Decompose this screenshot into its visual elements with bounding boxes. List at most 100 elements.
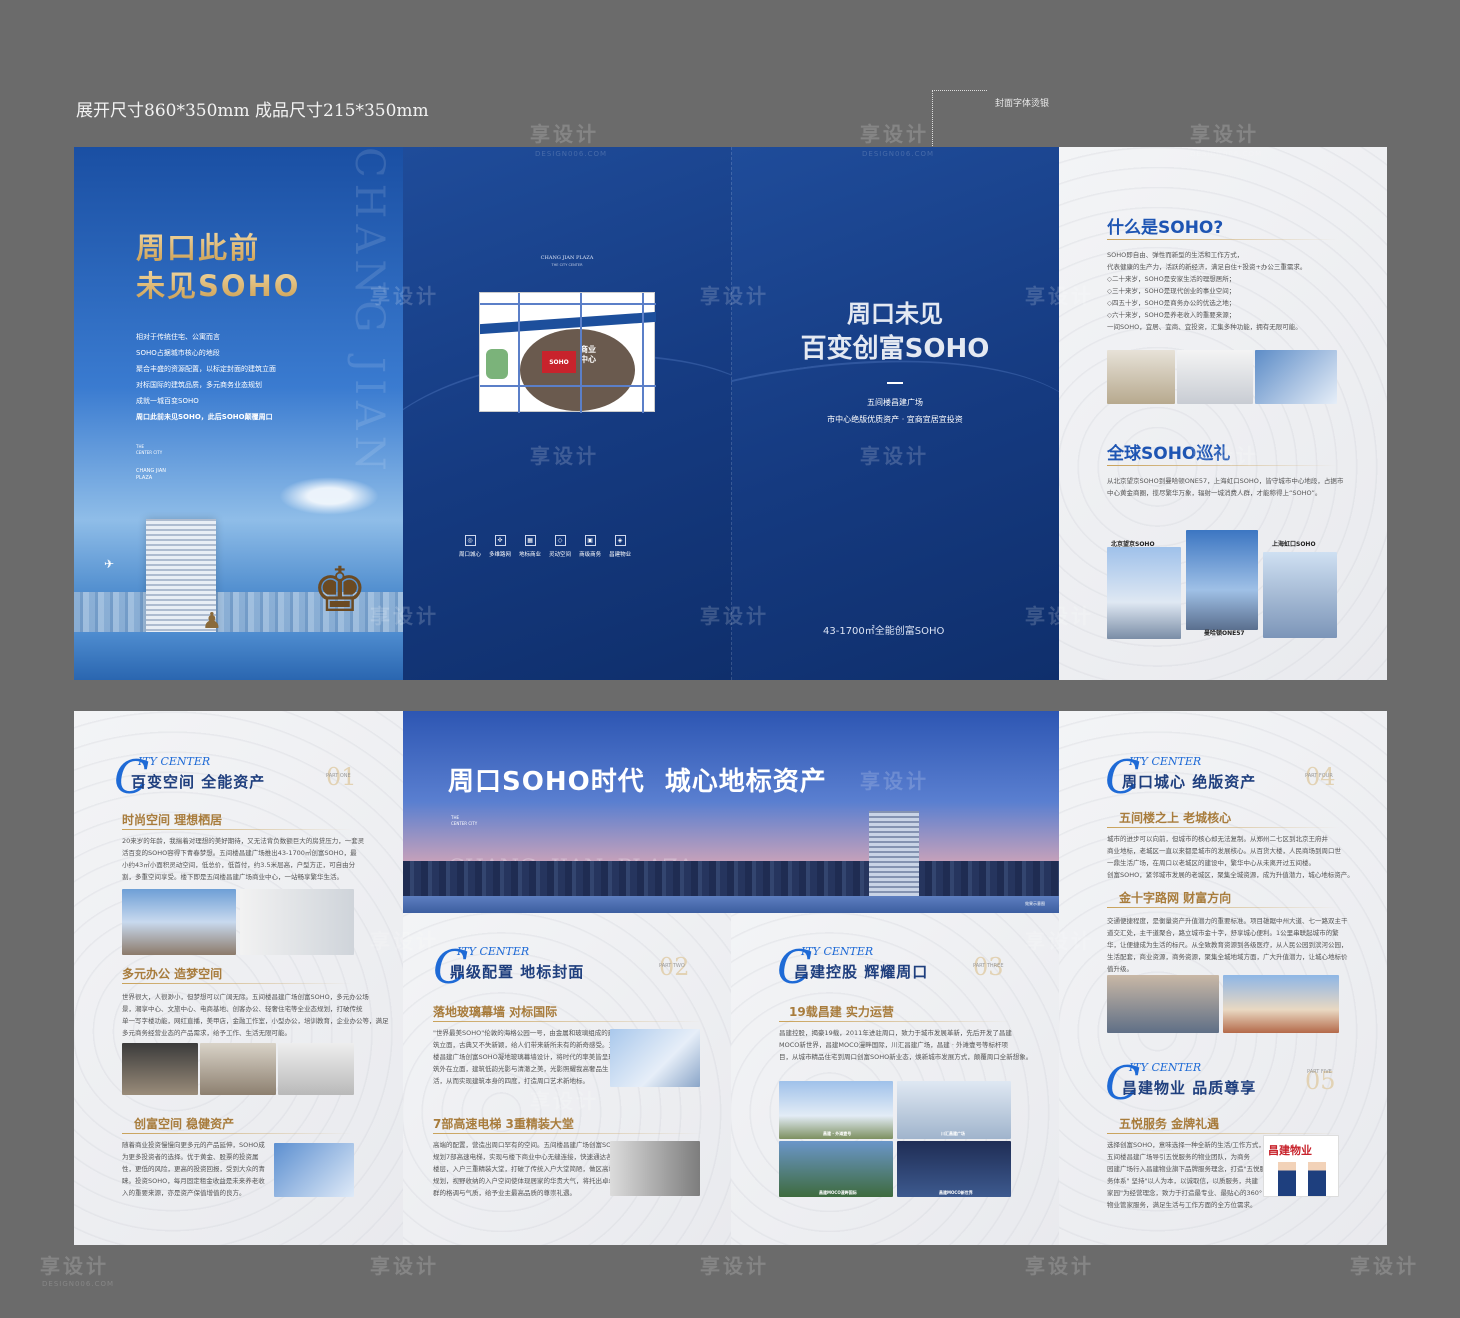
map-road-v2 (580, 293, 582, 413)
staff-figure (1278, 1162, 1296, 1196)
photo-caption: 昌建 · 外滩壹号 (823, 1131, 852, 1136)
space-icon: ◇ (554, 535, 566, 546)
watermark: 享设计 (1350, 1254, 1419, 1278)
map-brand: CHANG JIAN PLAZA (540, 255, 594, 261)
feature-icon-item: ✜ 多维路网 (489, 535, 511, 558)
feature-icon-item: ◎ 周口城心 (459, 535, 481, 558)
body-line: 务体系" 坚持"以人为本，以诚取信，以质服务，共建 (1107, 1177, 1259, 1185)
map-road-h1 (480, 303, 656, 305)
center-title-line1: 周口未见 (847, 300, 943, 328)
body-line: 楼层，入户三重精装大堂，打破了传统入户大堂简陋，做区高端 (433, 1165, 615, 1173)
map-brand-sub: THE CITY CENTER (551, 263, 583, 267)
sub-heading: 多元办公 造梦空间 (122, 967, 223, 981)
body-line: ◇六十来岁，SOHO是养老收入的重要来源； (1107, 311, 1236, 319)
body-line: 筑外在立面，建筑低韵光影与清澈之美，光影照耀我高奢品生 (433, 1065, 609, 1073)
mall-photo (122, 889, 236, 955)
body-block: 选择创富SOHO，意味选择一种全新的生活/工作方式， 五间楼昌建广场导引五悦服务… (1107, 1139, 1266, 1211)
photo-caption: 上海虹口SOHO (1272, 541, 1316, 548)
body-block: 昌建控股，揭豪19载，2011年进驻周口，致力于城市发展革新，先后开发了昌建 M… (779, 1027, 1032, 1063)
city-center-wordmark: ITY CENTER (138, 755, 211, 768)
location-map: 商业 中心 SOHO (479, 292, 656, 413)
body-line: 商业地标，老城区一直以来都是城市的发展核心。从百货大楼，人民商场到周口世 (1107, 847, 1341, 855)
part-one-panel: C ITY CENTER 百变空间 全能资产 01 PART ONE 时尚空间 … (74, 711, 403, 1245)
chess-king-icon: ♚ (312, 553, 368, 626)
body-line: 家园"为经营理念，致力于打造最专业、最贴心的360° (1107, 1189, 1263, 1197)
cover-title: 周口此前 未见SOHO (136, 229, 300, 305)
city-center-heading: C ITY CENTER 昌建物业 品质尊享 (1105, 1059, 1285, 1106)
body-line: 代表健康的生产力，活跃的新经济，满足自住+投资+办公三重需求。 (1107, 263, 1307, 271)
body-line: "世界最美SOHO"伦敦的海格公园一号，由金属和玻璃组成的建 (433, 1029, 615, 1037)
property-staff-photo: 昌建物业 (1263, 1135, 1339, 1197)
chess-pawn-icon: ♟ (202, 609, 222, 634)
corridor-photo (240, 889, 354, 955)
cloud (279, 477, 379, 515)
body-line: 楼昌建广场创富SOHO凝地玻璃幕墙设计，将时代的率美皆呈现建 (433, 1053, 622, 1061)
feature-icon-label: 灵动空间 (549, 552, 572, 558)
part-three-panel: C ITY CENTER 昌建控股 辉耀周口 03 PART THREE 19载… (731, 913, 1059, 1245)
dimension-label: 展开尺寸860*350mm 成品尺寸215*350mm (76, 101, 429, 121)
body-line: ◇四五十岁，SOHO是商务办公的优选之地； (1107, 299, 1236, 307)
part-label: PART FIVE (1307, 1069, 1332, 1075)
staff-figure (1308, 1162, 1326, 1196)
foil-note: 封面字体烫银 (995, 99, 1050, 109)
banner-panel: 周口SOHO时代 城心地标资产 THE CENTER CITY CHANG JI… (403, 711, 1059, 913)
cover-body-line: SOHO占据城市核心的地段 (136, 349, 220, 357)
photo-caption: 川汇昌建广场 (941, 1131, 965, 1136)
body-block: 交通便捷程度，是衡量资产升值潜力的重要标准。项目雄踞中州大道、七一路双主干 道交… (1107, 915, 1348, 975)
body-line: 园建广场行入昌建物业旗下品牌服务理念，打造"五悦服 (1107, 1165, 1266, 1173)
watermark: 享设计 (370, 929, 439, 953)
tour-body: 从北京望京SOHO到曼哈顿ONE57，上海虹口SOHO，皆守城市中心地段，占据市… (1107, 475, 1343, 499)
body-line: 小约43㎡小面积灵动空间，低总价，低首付，约3.5米层高，户型方正，可自由分 (122, 861, 356, 869)
cover-body-line: 对标国际的建筑品质，多元商务业态规划 (136, 381, 262, 389)
photo-caption: 北京望京SOHO (1111, 541, 1155, 548)
center-sub1: 五间楼昌建广场 (867, 398, 923, 407)
watermark: 享设计 (530, 1089, 599, 1113)
title-rule (1107, 239, 1337, 240)
plaza-photo (1223, 975, 1339, 1033)
living-room-photo (1107, 350, 1175, 404)
pin-icon: ◎ (464, 535, 476, 546)
sub-heading: 创富空间 稳健资产 (134, 1117, 235, 1131)
title-rule (122, 1133, 352, 1134)
beijing-soho-photo (1107, 547, 1181, 639)
desk-photo-1 (122, 1043, 198, 1095)
watermark: 享设计 (700, 604, 769, 628)
office-photo (1177, 350, 1253, 404)
feature-icon-label: 地标商业 (519, 552, 542, 558)
cover-body-line: 成就一城百变SOHO (136, 397, 199, 405)
banner-water (403, 896, 1059, 913)
body-line: 割，多重空间享受。楼下即是五间楼昌建广场商业中心，一站畅享繁华生活。 (122, 873, 343, 881)
body-line: 目，从城市精品住宅到周口创富SOHO新业态，焕新城市发展方式，颠覆周口全新想象。 (779, 1053, 1033, 1061)
body-line: ◇二十来岁，SOHO是安家生活的理想居所； (1107, 275, 1236, 283)
body-line: 从北京望京SOHO到曼哈顿ONE57，上海虹口SOHO，皆守城市中心地段，占据市 (1107, 477, 1344, 485)
watermark: 享设计 (700, 284, 769, 308)
feature-icon-label: 多维路网 (489, 552, 512, 558)
city-center-wordmark: ITY CENTER (1129, 1061, 1202, 1074)
map-center-label: 商业 中心 (580, 345, 596, 364)
part-label: PART TWO (659, 963, 685, 969)
watermark-sub: DESIGN006.COM (862, 150, 935, 158)
body-line: 睐。投资SOHO，每月固定租金收益是未来养老收 (122, 1177, 265, 1185)
body-line: 华，让便捷成为生活的标尺。从全致教育资源到各级医疗，从人民公园到滨河公园， (1107, 941, 1348, 949)
body-line: 道交汇处，主干道聚合，路立城市金十字，舒享城心便利。1公里串联起城市的繁 (1107, 929, 1339, 937)
city-center-heading: C ITY CENTER 鼎级配置 地标封面 (433, 943, 613, 990)
banner-logo-small: THE CENTER CITY (451, 815, 478, 826)
center-title: 周口未见 百变创富SOHO (731, 297, 1059, 367)
banner-title: 周口SOHO时代 城心地标资产 (448, 767, 827, 797)
feature-icon-item: ▦ 地标商业 (519, 535, 541, 558)
section-title: 昌建物业 品质尊享 (1122, 1079, 1257, 1097)
map-road-v1 (518, 293, 520, 413)
watermark: 享设计 (370, 1254, 439, 1278)
map-park (486, 349, 508, 379)
watermark: 享设计 (860, 122, 929, 146)
project-photo-3 (779, 1141, 893, 1197)
sub-heading: 五悦服务 金牌礼遇 (1119, 1117, 1220, 1131)
what-soho-body: SOHO即自由、弹性而新型的生活和工作方式， 代表健康的生产力，活跃的新经济，满… (1107, 249, 1306, 333)
part-four-panel: C ITY CENTER 周口城心 绝版资产 04 PART FOUR 五间楼之… (1059, 711, 1387, 1245)
project-photo-4 (897, 1141, 1011, 1197)
watermark: 享设计 (1025, 1254, 1094, 1278)
watermark: 享设计 (1190, 122, 1259, 146)
briefcase-icon: ▣ (584, 535, 596, 546)
watermark: 享设计 (1025, 604, 1094, 628)
title-rule (122, 829, 352, 830)
